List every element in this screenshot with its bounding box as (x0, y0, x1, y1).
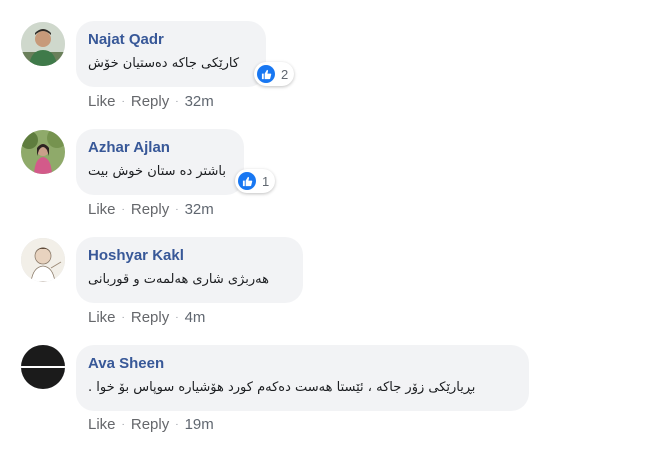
author-name[interactable]: Ava Sheen (88, 355, 517, 373)
separator-dot: · (121, 204, 125, 215)
timestamp[interactable]: 19m (185, 416, 214, 433)
reply-link[interactable]: Reply (131, 201, 169, 218)
timestamp[interactable]: 32m (185, 93, 214, 110)
reaction-count: 2 (281, 66, 289, 82)
comment-bubble: Hoshyar Kakl هەربژی شاری هەلمەت و قوربان… (76, 237, 303, 303)
like-link[interactable]: Like (88, 309, 116, 326)
comment-actions: Like · Reply · 19m (88, 416, 214, 434)
separator-dot: · (175, 419, 179, 430)
thumbs-up-icon (257, 65, 275, 83)
timestamp[interactable]: 32m (185, 201, 214, 218)
like-link[interactable]: Like (88, 416, 116, 433)
comment-actions: Like · Reply · 4m (88, 309, 205, 327)
comment-bubble: Ava Sheen بڕیارێکی زۆر جاکە ، ئێستا هەست… (76, 345, 529, 411)
separator-dot: · (175, 312, 179, 323)
like-link[interactable]: Like (88, 93, 116, 110)
reply-link[interactable]: Reply (131, 416, 169, 433)
avatar[interactable] (21, 345, 65, 389)
author-name[interactable]: Najat Qadr (88, 31, 254, 49)
reaction-badge[interactable]: 2 (254, 62, 295, 86)
boy-drawing-icon (21, 238, 65, 282)
comment-text: باشتر دە ستان خوش بیت (88, 164, 226, 179)
separator-dot: · (175, 204, 179, 215)
author-name[interactable]: Azhar Ajlan (88, 139, 232, 157)
comment-text: هەربژی شاری هەلمەت و قوربانی (88, 272, 269, 287)
separator-dot: · (121, 312, 125, 323)
separator-dot: · (121, 419, 125, 430)
reply-link[interactable]: Reply (131, 309, 169, 326)
thumbs-up-icon (238, 172, 256, 190)
man-green-photo-icon (21, 22, 65, 66)
comment-text: کارێکی جاکە دەستیان خۆش (88, 56, 240, 71)
comment-text: بڕیارێکی زۆر جاکە ، ئێستا هەست دەکەم کور… (88, 380, 476, 395)
separator-dot: · (121, 96, 125, 107)
timestamp[interactable]: 4m (185, 309, 206, 326)
avatar[interactable] (21, 238, 65, 282)
separator-dot: · (175, 96, 179, 107)
comment-bubble: Azhar Ajlan باشتر دە ستان خوش بیت (76, 129, 244, 195)
comment-bubble: Najat Qadr کارێکی جاکە دەستیان خۆش (76, 21, 266, 87)
black-stripe-avatar-icon (21, 345, 65, 389)
comment-actions: Like · Reply · 32m (88, 93, 214, 111)
reaction-count: 1 (262, 173, 270, 189)
comment-actions: Like · Reply · 32m (88, 201, 214, 219)
reply-link[interactable]: Reply (131, 93, 169, 110)
avatar[interactable] (21, 130, 65, 174)
avatar[interactable] (21, 22, 65, 66)
reaction-badge[interactable]: 1 (235, 169, 276, 193)
author-name[interactable]: Hoshyar Kakl (88, 247, 291, 265)
girl-foliage-photo-icon (21, 130, 65, 174)
like-link[interactable]: Like (88, 201, 116, 218)
